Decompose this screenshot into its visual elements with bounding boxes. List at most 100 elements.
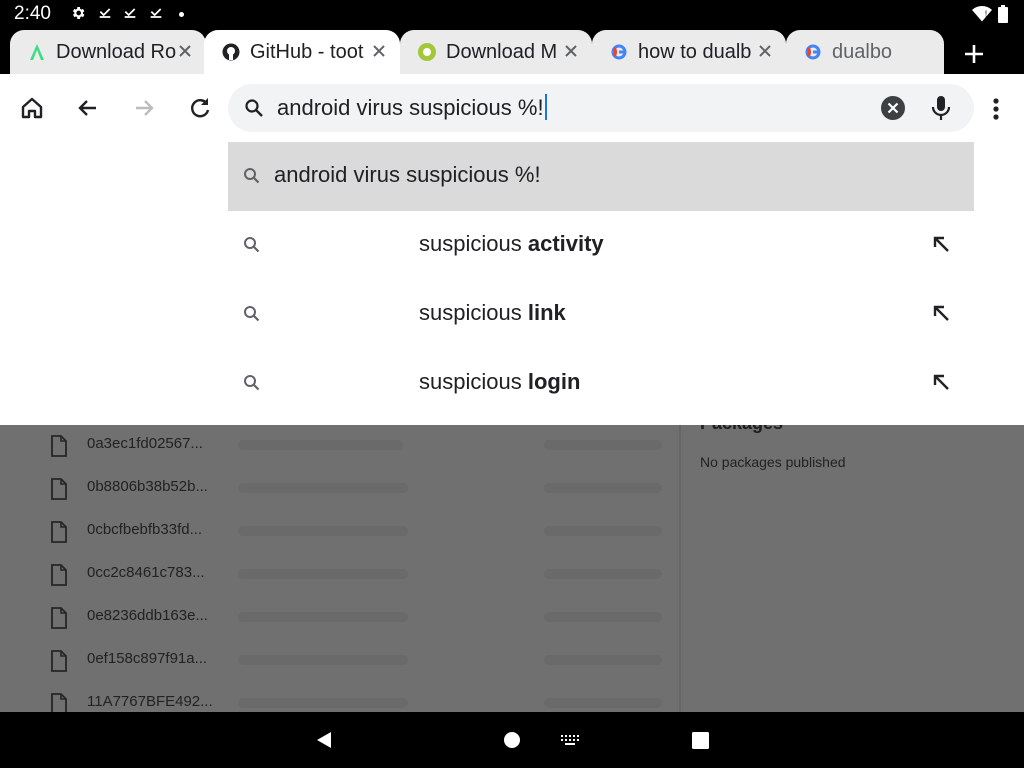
- nav-recents-icon[interactable]: [691, 731, 710, 750]
- search-icon: [245, 99, 263, 117]
- tab-title: dualbo: [832, 40, 893, 63]
- placeholder-bar: [238, 569, 408, 579]
- search-icon: [244, 237, 260, 253]
- android-studio-icon: [28, 43, 46, 61]
- nav-back-icon[interactable]: [314, 730, 334, 750]
- tab-title: how to dualb: [638, 40, 752, 63]
- omnibox[interactable]: android virus suspicious %!: [228, 84, 974, 132]
- back-icon[interactable]: [74, 94, 102, 122]
- android-icon: [418, 43, 436, 61]
- file-icon: [51, 478, 67, 500]
- google-icon: [610, 43, 628, 61]
- packages-heading: Packages: [700, 425, 783, 434]
- placeholder-bar: [544, 483, 662, 493]
- fill-query-arrow-icon[interactable]: [930, 233, 952, 255]
- tab-title: GitHub - toot: [250, 40, 364, 63]
- keyboard-icon[interactable]: [560, 734, 580, 746]
- file-row[interactable]: 0a3ec1fd02567...: [50, 431, 670, 461]
- home-icon[interactable]: [18, 94, 46, 122]
- suggestion-bold: activity: [527, 231, 604, 256]
- suggestion-dropdown: android virus suspicious %! suspicious a…: [0, 142, 1024, 425]
- suggestion-bold: link: [527, 300, 566, 325]
- suggestion-row[interactable]: suspicious activity: [228, 211, 974, 280]
- download-done-icon: [150, 8, 162, 18]
- file-row[interactable]: 0ef158c897f91a...: [50, 646, 670, 676]
- omnibox-query: android virus suspicious %!: [277, 95, 544, 120]
- search-icon: [244, 168, 260, 184]
- suggestion-row[interactable]: suspicious link: [228, 280, 974, 349]
- nav-home-icon[interactable]: [503, 730, 521, 750]
- clear-icon[interactable]: [880, 95, 906, 121]
- close-icon[interactable]: [756, 42, 774, 60]
- placeholder-bar: [544, 612, 662, 622]
- google-icon: [804, 43, 822, 61]
- file-row[interactable]: 0e8236ddb163e...: [50, 603, 670, 633]
- close-icon[interactable]: [370, 42, 388, 60]
- close-icon[interactable]: [176, 42, 194, 60]
- system-nav-bar: [0, 712, 1024, 768]
- fill-query-arrow-icon[interactable]: [930, 302, 952, 324]
- suggestion-text: suspicious link: [419, 300, 566, 326]
- file-icon: [51, 693, 67, 712]
- github-icon: [222, 43, 240, 61]
- status-time: 2:40: [14, 3, 51, 24]
- file-icon: [51, 607, 67, 629]
- file-name[interactable]: 0a3ec1fd02567...: [87, 435, 203, 452]
- placeholder-bar: [544, 655, 662, 665]
- packages-empty-text: No packages published: [700, 454, 846, 470]
- tab-github[interactable]: GitHub - toot: [204, 30, 400, 74]
- fill-query-arrow-icon[interactable]: [930, 371, 952, 393]
- placeholder-bar: [238, 526, 408, 536]
- dot-icon: [179, 12, 184, 17]
- file-name[interactable]: 0e8236ddb163e...: [87, 607, 208, 624]
- page-content-dimmed: 0a3ec1fd02567... 0b8806b38b52b... 0cbcfb…: [0, 425, 1024, 712]
- status-bar: 2:40 !: [0, 0, 1024, 30]
- tab-how-to-dualboot[interactable]: how to dualb: [592, 30, 786, 74]
- suggestion-row[interactable]: android virus suspicious %!: [228, 142, 974, 211]
- file-row[interactable]: 11A7767BFE492...: [50, 689, 670, 712]
- suggestion-plain: android virus suspicious %!: [274, 162, 541, 187]
- file-row[interactable]: 0b8806b38b52b...: [50, 474, 670, 504]
- text-caret: [544, 94, 547, 120]
- download-done-icon: [124, 8, 136, 18]
- suggestion-text: suspicious login: [419, 369, 580, 395]
- suggestion-plain: suspicious: [419, 231, 528, 256]
- placeholder-bar: [238, 440, 403, 450]
- placeholder-bar: [238, 612, 408, 622]
- tab-strip: Download Ro GitHub - toot Download M how…: [0, 30, 1024, 74]
- file-name[interactable]: 0cbcfbebfb33fd...: [87, 521, 202, 538]
- suggestion-bold: login: [527, 369, 581, 394]
- omnibox-input[interactable]: android virus suspicious %!: [277, 94, 547, 121]
- new-tab-icon[interactable]: [960, 40, 988, 68]
- tab-download-ro[interactable]: Download Ro: [10, 30, 206, 74]
- suggestion-text: android virus suspicious %!: [274, 162, 541, 188]
- placeholder-bar: [238, 483, 408, 493]
- tab-title: Download M: [446, 40, 558, 63]
- file-row[interactable]: 0cc2c8461c783...: [50, 560, 670, 590]
- more-options-icon[interactable]: [984, 96, 1008, 122]
- placeholder-bar: [544, 569, 662, 579]
- file-row[interactable]: 0cbcfbebfb33fd...: [50, 517, 670, 547]
- file-name[interactable]: 0b8806b38b52b...: [87, 478, 208, 495]
- svg-text:!: !: [985, 10, 988, 19]
- suggestion-plain: suspicious: [419, 300, 528, 325]
- placeholder-bar: [238, 655, 408, 665]
- file-icon: [51, 564, 67, 586]
- file-name[interactable]: 11A7767BFE492...: [87, 693, 213, 710]
- file-icon: [51, 650, 67, 672]
- tab-download-m[interactable]: Download M: [400, 30, 592, 74]
- placeholder-bar: [544, 440, 662, 450]
- search-icon: [244, 306, 260, 322]
- reload-icon[interactable]: [186, 94, 214, 122]
- close-icon[interactable]: [562, 42, 580, 60]
- wifi-icon: !: [972, 6, 992, 22]
- microphone-icon[interactable]: [928, 94, 954, 122]
- tab-dualboot[interactable]: dualbo: [786, 30, 944, 74]
- file-name[interactable]: 0ef158c897f91a...: [87, 650, 207, 667]
- settings-icon: [72, 7, 85, 19]
- file-name[interactable]: 0cc2c8461c783...: [87, 564, 205, 581]
- forward-icon[interactable]: [130, 94, 158, 122]
- download-done-icon: [99, 8, 111, 18]
- suggestion-row[interactable]: suspicious login: [228, 349, 974, 418]
- toolbar: android virus suspicious %!: [0, 74, 1024, 142]
